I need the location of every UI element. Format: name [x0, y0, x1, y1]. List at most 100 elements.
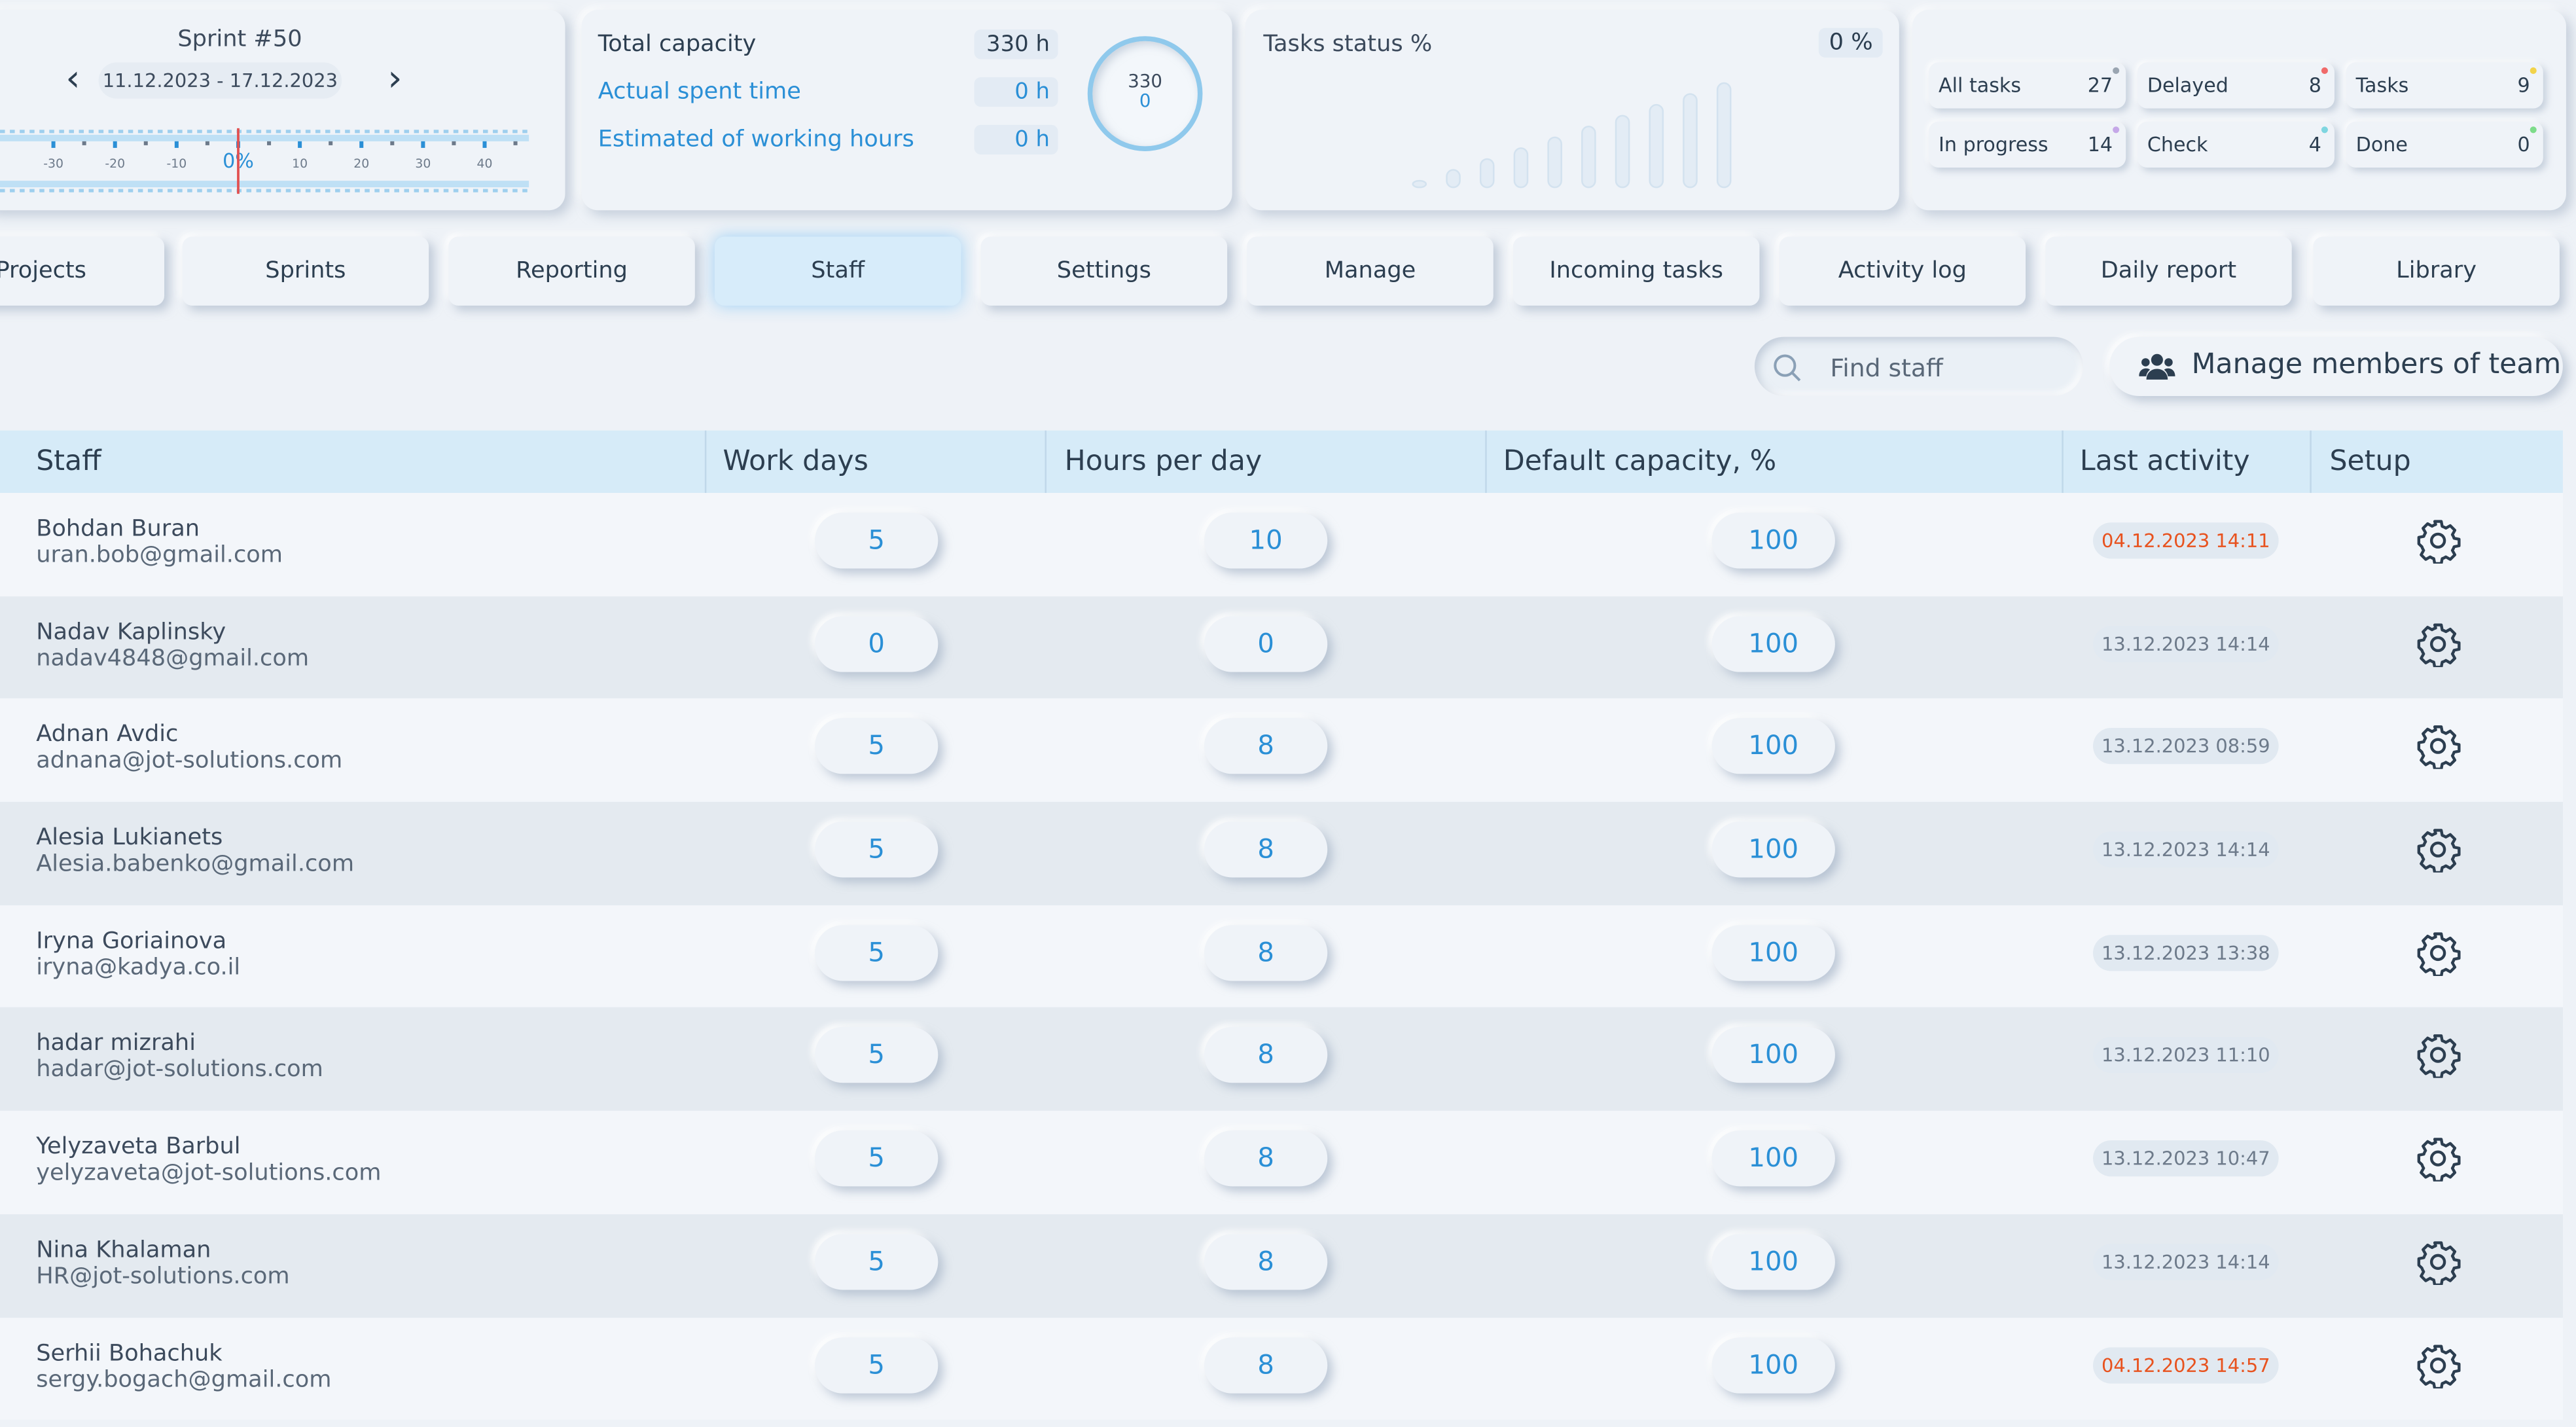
gear-icon[interactable] — [2415, 1342, 2461, 1388]
col-work-days: Work days — [723, 445, 868, 479]
status-bar — [1683, 93, 1698, 189]
work-days-field[interactable]: 5 — [815, 513, 939, 569]
work-days-field[interactable]: 5 — [815, 718, 939, 775]
hours-per-day-field[interactable]: 8 — [1204, 1130, 1328, 1187]
tab-sprints[interactable]: Sprints — [182, 236, 429, 306]
last-activity-badge: 13.12.2023 14:14 — [2092, 625, 2279, 662]
hours-per-day-field[interactable]: 8 — [1204, 1233, 1328, 1290]
count-chip-in-progress[interactable]: In progress 14 — [1928, 121, 2126, 168]
table-row: Nina Khalaman HR@jot-solutions.com 5 8 100 13… — [0, 1214, 2563, 1317]
actual-spent-value: 0 h — [974, 77, 1058, 107]
tab-incoming-tasks[interactable]: Incoming tasks — [1512, 236, 1760, 306]
scale-tick-label: 40 — [477, 157, 493, 171]
scale-mark — [452, 141, 456, 145]
work-days-field[interactable]: 0 — [815, 615, 939, 672]
ring-spent: 0 — [1139, 90, 1151, 112]
col-last-activity: Last activity — [2079, 445, 2250, 479]
prev-sprint-icon[interactable]: ‹ — [65, 59, 80, 100]
capacity-card: Total capacity 330 h Actual spent time 0… — [581, 10, 1232, 211]
last-activity-badge: 04.12.2023 14:11 — [2092, 522, 2279, 559]
tasks-status-card: Tasks status % 0 % — [1245, 10, 1899, 211]
tab-projects[interactable]: Projects — [0, 236, 165, 306]
work-days-field[interactable]: 5 — [815, 1337, 939, 1393]
gear-icon[interactable] — [2415, 723, 2461, 770]
scale-mark — [329, 141, 333, 145]
last-activity-badge: 13.12.2023 13:38 — [2092, 934, 2279, 971]
work-days-field[interactable]: 5 — [815, 822, 939, 878]
hours-per-day-field[interactable]: 0 — [1204, 615, 1328, 672]
table-header: Staff Work days Hours per day Default ca… — [0, 430, 2563, 494]
tab-staff[interactable]: Staff — [714, 236, 961, 306]
default-capacity-field[interactable]: 100 — [1711, 615, 1835, 672]
default-capacity-field[interactable]: 100 — [1711, 924, 1835, 981]
default-capacity-field[interactable]: 100 — [1711, 1337, 1835, 1393]
count-chip-done[interactable]: Done 0 — [2346, 121, 2543, 168]
table-row: Alesia Lukianets Alesia.babenko@gmail.com… — [0, 802, 2563, 905]
scale-tick-label: 30 — [415, 157, 431, 171]
count-chip-value: 9 — [2517, 73, 2530, 98]
scale-tick-label: -30 — [43, 157, 63, 171]
gear-icon[interactable] — [2415, 827, 2461, 873]
gear-icon[interactable] — [2415, 621, 2461, 667]
staff-name: Alesia Lukianets — [36, 825, 223, 852]
find-staff-input[interactable] — [1827, 336, 2080, 399]
tab-settings[interactable]: Settings — [980, 236, 1228, 306]
gear-icon[interactable] — [2415, 930, 2461, 976]
default-capacity-field[interactable]: 100 — [1711, 1233, 1835, 1290]
default-capacity-field[interactable]: 100 — [1711, 718, 1835, 775]
gear-icon[interactable] — [2415, 1136, 2461, 1182]
staff-email: nadav4848@gmail.com — [36, 645, 310, 672]
hours-per-day-field[interactable]: 8 — [1204, 1027, 1328, 1084]
status-dot-icon — [2113, 126, 2120, 134]
tab-manage[interactable]: Manage — [1247, 236, 1494, 306]
default-capacity-field[interactable]: 100 — [1711, 822, 1835, 878]
hours-per-day-field[interactable]: 8 — [1204, 924, 1328, 981]
staff-email: uran.bob@gmail.com — [36, 542, 283, 569]
staff-name: Yelyzaveta Barbul — [36, 1134, 241, 1161]
staff-name: Bohdan Buran — [36, 516, 200, 543]
work-days-field[interactable]: 5 — [815, 1130, 939, 1187]
count-chip-all-tasks[interactable]: All tasks 27 — [1928, 62, 2126, 109]
tab-reporting[interactable]: Reporting — [448, 236, 695, 306]
capacity-ring: 330 0 — [1087, 36, 1203, 151]
work-days-field[interactable]: 5 — [815, 924, 939, 981]
default-capacity-field[interactable]: 100 — [1711, 513, 1835, 569]
work-days-field[interactable]: 5 — [815, 1233, 939, 1290]
work-days-field[interactable]: 5 — [815, 1027, 939, 1084]
scale-mark — [267, 141, 272, 145]
count-chip-delayed[interactable]: Delayed 8 — [2137, 62, 2334, 109]
estimated-hours-value: 0 h — [974, 124, 1058, 154]
find-staff-search[interactable] — [1754, 336, 2083, 399]
staff-table: Staff Work days Hours per day Default ca… — [0, 430, 2563, 1420]
scale-mark — [390, 141, 395, 145]
count-chip-tasks[interactable]: Tasks 9 — [2346, 62, 2543, 109]
staff-email: sergy.bogach@gmail.com — [36, 1366, 332, 1393]
gear-icon[interactable] — [2415, 1033, 2461, 1079]
tab-library[interactable]: Library — [2313, 236, 2560, 306]
count-chip-label: Tasks — [2355, 73, 2409, 98]
hours-per-day-field[interactable]: 8 — [1204, 822, 1328, 878]
manage-members-button[interactable]: Manage members of team — [2109, 336, 2563, 396]
status-dot-icon — [2321, 126, 2328, 134]
scale-mark — [205, 141, 209, 145]
scale-mark — [143, 141, 148, 145]
gear-icon[interactable] — [2415, 518, 2461, 564]
count-chip-label: Done — [2355, 133, 2408, 156]
hours-per-day-field[interactable]: 10 — [1204, 513, 1328, 569]
task-counts-card: All tasks 27 Delayed 8 Tasks 9 In progress 14 Ch… — [1912, 10, 2566, 211]
scale-mark — [82, 141, 86, 145]
hours-per-day-field[interactable]: 8 — [1204, 718, 1328, 775]
last-activity-badge: 13.12.2023 14:14 — [2092, 1243, 2279, 1280]
count-chip-check[interactable]: Check 4 — [2137, 121, 2334, 168]
default-capacity-field[interactable]: 100 — [1711, 1027, 1835, 1084]
next-sprint-icon[interactable]: › — [387, 59, 402, 100]
count-chip-value: 14 — [2087, 133, 2113, 156]
staff-email: hadar@jot-solutions.com — [36, 1057, 323, 1084]
count-chip-label: In progress — [1939, 133, 2048, 156]
default-capacity-field[interactable]: 100 — [1711, 1130, 1835, 1187]
tab-daily-report[interactable]: Daily report — [2045, 236, 2292, 306]
actual-spent-label: Actual spent time — [598, 79, 801, 105]
hours-per-day-field[interactable]: 8 — [1204, 1337, 1328, 1393]
tab-activity-log[interactable]: Activity log — [1779, 236, 2026, 306]
gear-icon[interactable] — [2415, 1238, 2461, 1285]
